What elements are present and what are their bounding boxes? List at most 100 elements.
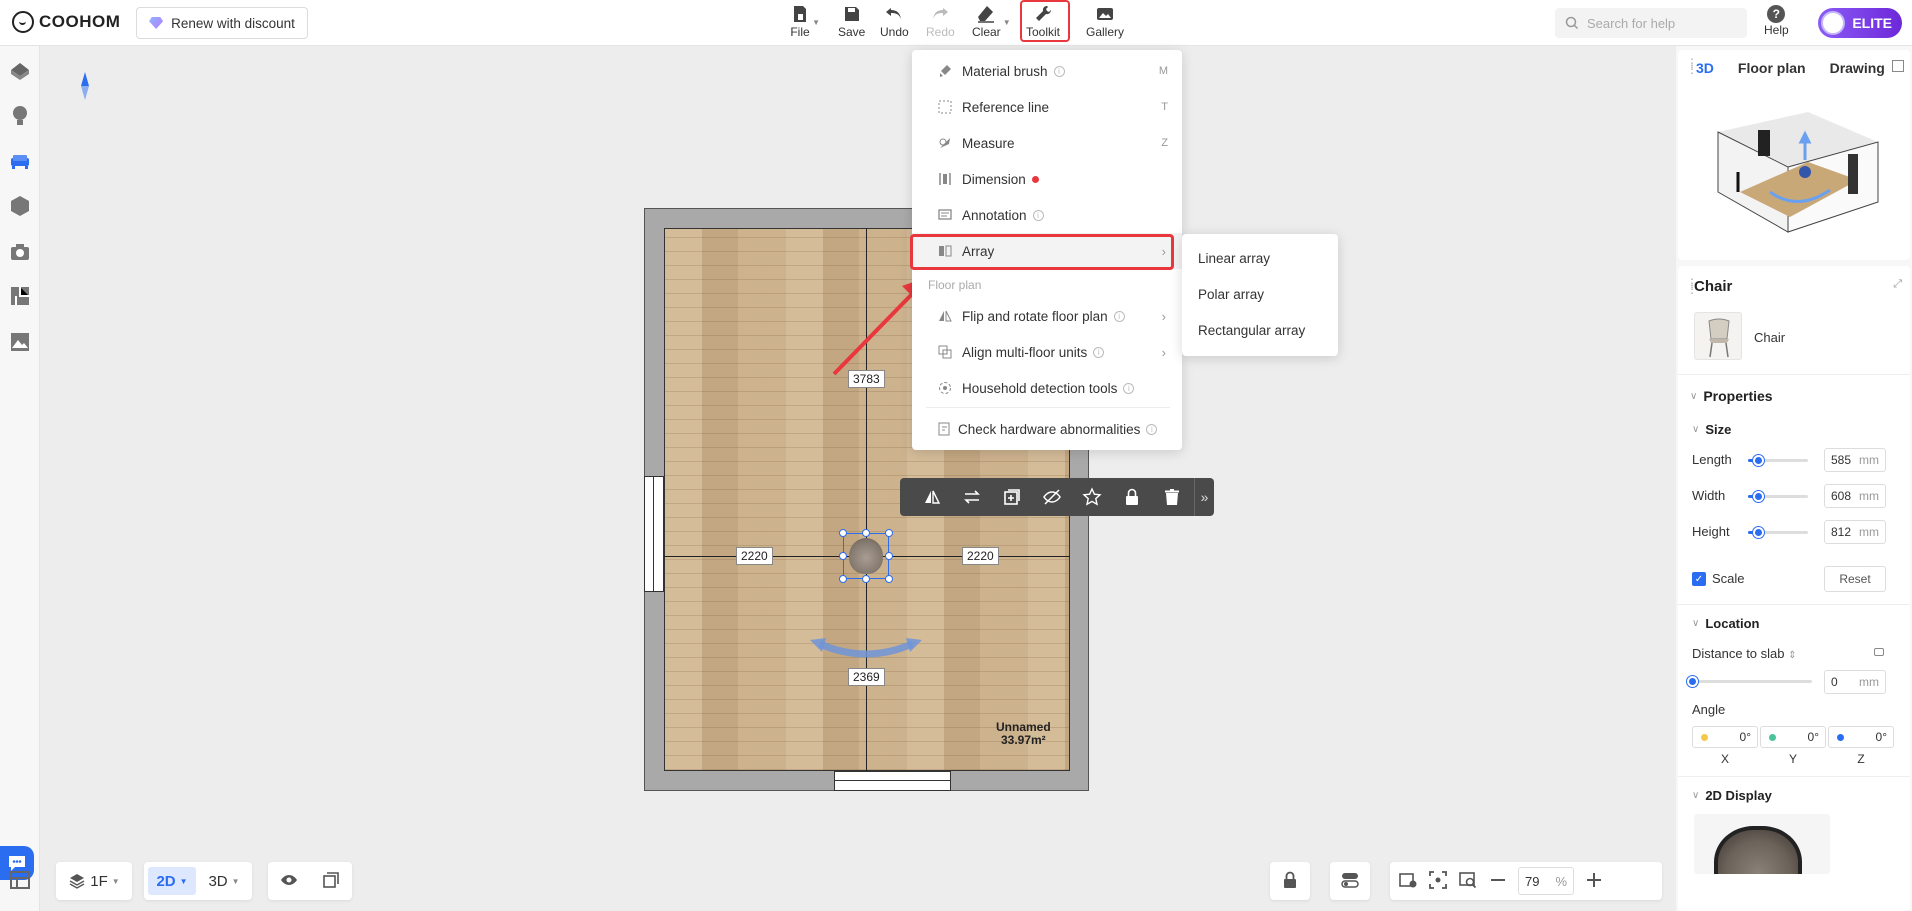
- mirror-button[interactable]: [914, 479, 950, 515]
- undo-button[interactable]: Undo: [880, 4, 909, 42]
- menu-item-household-detection[interactable]: Household detection tools i: [912, 370, 1182, 406]
- submenu-item-linear-array[interactable]: Linear array: [1182, 240, 1338, 276]
- angle-y-input[interactable]: 0°: [1760, 726, 1826, 748]
- angle-z-input[interactable]: 0°: [1828, 726, 1894, 748]
- sidebar-item-terrain[interactable]: [8, 330, 32, 354]
- sidebar-item-build[interactable]: [8, 60, 32, 84]
- length-input[interactable]: 585 mm: [1824, 448, 1886, 472]
- sidebar-item-floorplan[interactable]: [8, 284, 32, 308]
- room-label[interactable]: Unnamed 33.97m²: [996, 721, 1051, 747]
- lock-button[interactable]: [1114, 479, 1150, 515]
- zoom-input[interactable]: 79 %: [1518, 867, 1574, 895]
- distance-slider[interactable]: [1687, 676, 1812, 687]
- clear-button[interactable]: Clear ▼: [972, 4, 1011, 42]
- visibility-button[interactable]: [279, 870, 299, 893]
- sidebar-item-menu[interactable]: [8, 868, 32, 892]
- menu-item-material-brush[interactable]: Material brush i M: [912, 53, 1182, 89]
- help-search-input[interactable]: Search for help: [1555, 8, 1747, 38]
- zoom-area-button[interactable]: [1458, 870, 1478, 893]
- door[interactable]: [644, 476, 664, 592]
- unlock-icon[interactable]: [1874, 648, 1884, 656]
- favorite-button[interactable]: [1074, 479, 1110, 515]
- menu-item-array[interactable]: Array ›: [912, 233, 1182, 269]
- gallery-button[interactable]: Gallery: [1086, 4, 1124, 42]
- resize-handle[interactable]: [862, 529, 870, 537]
- renew-button[interactable]: Renew with discount: [136, 7, 308, 39]
- 3d-preview-viewport[interactable]: [1698, 92, 1898, 252]
- distance-label[interactable]: Distance to slab ⇕: [1692, 646, 1797, 661]
- app-logo[interactable]: COOHOM: [12, 11, 120, 33]
- height-slider[interactable]: [1748, 527, 1808, 538]
- resize-handle[interactable]: [839, 529, 847, 537]
- submenu-item-rectangular-array[interactable]: Rectangular array: [1182, 312, 1338, 348]
- expand-toolbar-button[interactable]: »: [1194, 478, 1214, 516]
- layer-view-button[interactable]: [321, 870, 341, 893]
- submenu-item-polar-array[interactable]: Polar array: [1182, 276, 1338, 312]
- dimension-right[interactable]: 2220: [962, 547, 999, 565]
- menu-item-flip-rotate[interactable]: Flip and rotate floor plan i ›: [912, 298, 1182, 334]
- lock-canvas-button[interactable]: [1270, 862, 1310, 900]
- tab-drawing[interactable]: Drawing: [1830, 60, 1885, 76]
- menu-item-measure[interactable]: Measure Z: [912, 125, 1182, 161]
- resize-handle[interactable]: [862, 575, 870, 583]
- save-button[interactable]: Save: [838, 4, 865, 42]
- dimension-bottom[interactable]: 2369: [848, 668, 885, 686]
- menu-item-reference-line[interactable]: Reference line T: [912, 89, 1182, 125]
- slider-knob[interactable]: [1753, 455, 1764, 466]
- reset-button[interactable]: Reset: [1824, 566, 1886, 592]
- menu-item-align-floors[interactable]: Align multi-floor units i ›: [912, 334, 1182, 370]
- size-section-header[interactable]: ∨ Size: [1692, 422, 1731, 437]
- elite-badge[interactable]: ELITE: [1818, 8, 1902, 38]
- resize-handle[interactable]: [885, 552, 893, 560]
- delete-button[interactable]: [1154, 479, 1190, 515]
- floor-selector[interactable]: 1F ▼: [56, 862, 132, 900]
- tab-3d[interactable]: 3D: [1696, 60, 1714, 76]
- location-section-header[interactable]: ∨ Location: [1692, 616, 1760, 631]
- sidebar-item-lighting[interactable]: [8, 104, 32, 128]
- zoom-out-button[interactable]: [1488, 870, 1508, 893]
- resize-handle[interactable]: [839, 575, 847, 583]
- resize-handle[interactable]: [885, 575, 893, 583]
- sidebar-item-models[interactable]: [8, 194, 32, 218]
- dimension-left[interactable]: 2220: [736, 547, 773, 565]
- window[interactable]: [834, 771, 951, 791]
- menu-item-check-hardware[interactable]: Check hardware abnormalities i: [912, 411, 1182, 447]
- file-button[interactable]: File ▼: [790, 4, 820, 42]
- mode-2d-button[interactable]: 2D ▼: [148, 867, 196, 895]
- help-button[interactable]: ? Help: [1764, 5, 1789, 37]
- tab-floor-plan[interactable]: Floor plan: [1738, 60, 1806, 76]
- properties-section-header[interactable]: ∨ Properties: [1690, 388, 1773, 404]
- view-settings-button[interactable]: [1398, 870, 1418, 893]
- resize-handle[interactable]: [839, 552, 847, 560]
- zoom-in-button[interactable]: [1584, 870, 1604, 893]
- 2d-display-thumbnail[interactable]: [1694, 814, 1830, 874]
- popout-icon[interactable]: [1892, 60, 1904, 72]
- 2d-display-section-header[interactable]: ∨ 2D Display: [1692, 788, 1772, 803]
- avatar[interactable]: [1821, 11, 1845, 35]
- rotate-handle-icon[interactable]: [810, 632, 922, 666]
- copy-button[interactable]: [994, 479, 1030, 515]
- expand-icon[interactable]: ⤢: [1893, 278, 1902, 291]
- slider-knob[interactable]: [1687, 676, 1698, 687]
- width-slider[interactable]: [1748, 491, 1808, 502]
- redo-button[interactable]: Redo: [926, 4, 955, 42]
- sidebar-item-render[interactable]: [8, 240, 32, 264]
- width-input[interactable]: 608 mm: [1824, 484, 1886, 508]
- selected-chair[interactable]: [839, 529, 893, 583]
- scale-checkbox[interactable]: ✓: [1692, 572, 1706, 586]
- replace-button[interactable]: [954, 479, 990, 515]
- resize-handle[interactable]: [885, 529, 893, 537]
- sidebar-item-furniture[interactable]: [8, 150, 32, 174]
- item-thumbnail[interactable]: [1694, 312, 1742, 360]
- distance-input[interactable]: 0 mm: [1824, 670, 1886, 694]
- menu-item-annotation[interactable]: Annotation i: [912, 197, 1182, 233]
- slider-knob[interactable]: [1753, 527, 1764, 538]
- fit-view-button[interactable]: [1428, 870, 1448, 893]
- height-input[interactable]: 812 mm: [1824, 520, 1886, 544]
- menu-item-dimension[interactable]: Dimension: [912, 161, 1182, 197]
- hide-button[interactable]: [1034, 479, 1070, 515]
- slider-knob[interactable]: [1753, 491, 1764, 502]
- length-slider[interactable]: [1748, 455, 1808, 466]
- settings-toggle-button[interactable]: [1330, 862, 1370, 900]
- mode-3d-button[interactable]: 3D ▼: [200, 862, 248, 900]
